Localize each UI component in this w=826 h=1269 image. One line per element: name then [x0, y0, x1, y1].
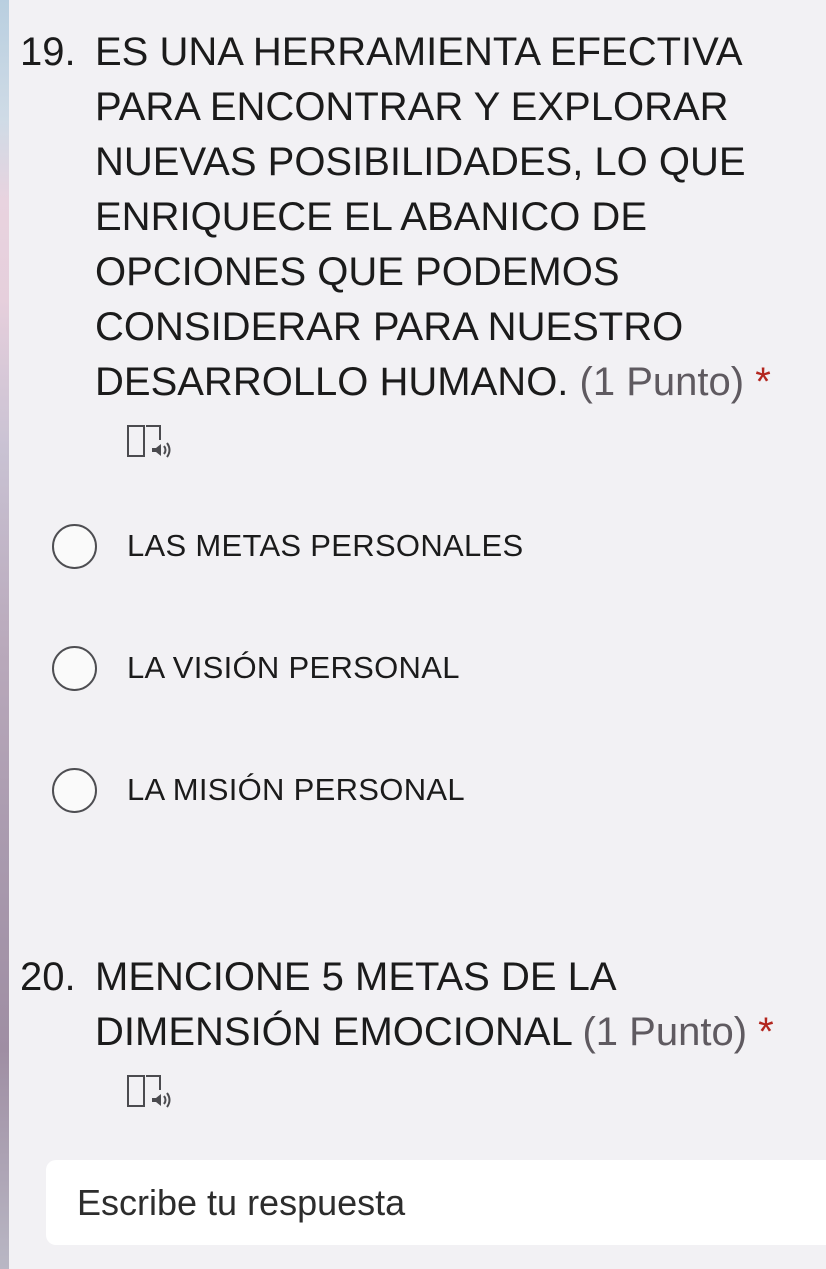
question-text: MENCIONE 5 METAS DE LA DIMENSIÓN EMOCION…: [95, 950, 826, 1060]
radio-button[interactable]: [52, 767, 97, 813]
immersive-reader-button[interactable]: [126, 1072, 174, 1112]
immersive-reader-icon: [127, 1075, 171, 1108]
left-edge-strip: [0, 0, 9, 1269]
question-text: ES UNA HERRAMIENTA EFECTIVA PARA ENCONTR…: [95, 25, 826, 410]
question-title: 20. MENCIONE 5 METAS DE LA DIMENSIÓN EMO…: [20, 950, 826, 1060]
option-label: LA VISIÓN PERSONAL: [127, 650, 460, 685]
radio-button[interactable]: [52, 523, 97, 569]
question-points: (1 Punto): [579, 360, 745, 404]
radio-button[interactable]: [52, 645, 97, 691]
question-19: 19. ES UNA HERRAMIENTA EFECTIVA PARA ENC…: [20, 25, 826, 886]
required-asterisk: *: [758, 1010, 774, 1054]
question-title: 19. ES UNA HERRAMIENTA EFECTIVA PARA ENC…: [20, 25, 826, 410]
option-label: LAS METAS PERSONALES: [127, 528, 524, 563]
question-text-body: ES UNA HERRAMIENTA EFECTIVA PARA ENCONTR…: [95, 30, 746, 404]
options-list: LAS METAS PERSONALES LA VISIÓN PERSONAL …: [20, 520, 826, 816]
question-number: 19.: [20, 30, 76, 74]
option-metas-personales[interactable]: LAS METAS PERSONALES: [20, 520, 826, 572]
option-vision-personal[interactable]: LA VISIÓN PERSONAL: [20, 642, 826, 694]
question-20: 20. MENCIONE 5 METAS DE LA DIMENSIÓN EMO…: [20, 950, 826, 1112]
required-asterisk: *: [755, 360, 771, 404]
answer-input[interactable]: Escribe tu respuesta: [46, 1160, 826, 1245]
immersive-reader-icon: [127, 425, 171, 458]
question-points: (1 Punto): [582, 1010, 748, 1054]
question-text-body: MENCIONE 5 METAS DE LA DIMENSIÓN EMOCION…: [95, 955, 615, 1054]
answer-placeholder: Escribe tu respuesta: [77, 1181, 406, 1223]
question-number: 20.: [20, 955, 76, 999]
option-label: LA MISIÓN PERSONAL: [127, 772, 465, 807]
option-mision-personal[interactable]: LA MISIÓN PERSONAL: [20, 764, 826, 816]
immersive-reader-button[interactable]: [126, 422, 174, 462]
